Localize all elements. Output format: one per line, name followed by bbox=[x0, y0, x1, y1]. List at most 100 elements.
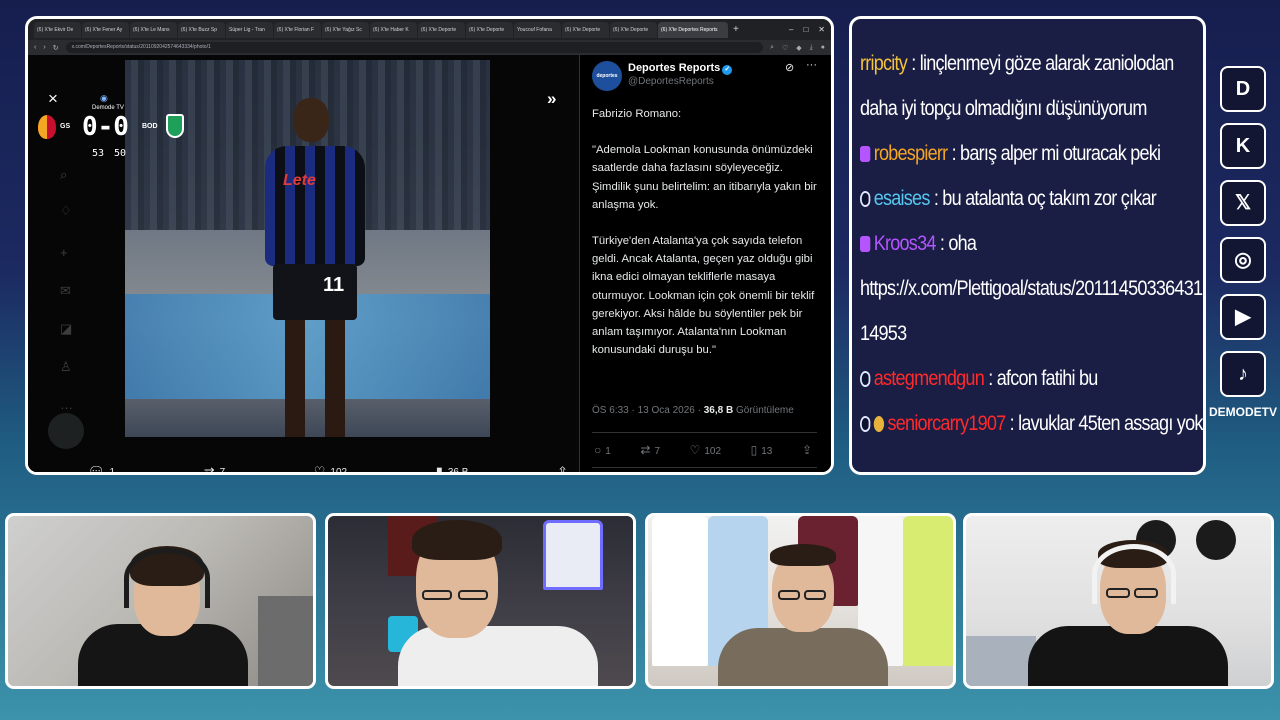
shirt-number: 11 bbox=[323, 274, 345, 296]
reply-button[interactable]: ○ 1 bbox=[594, 443, 611, 457]
framed-jersey bbox=[543, 520, 603, 590]
like-button[interactable]: ♡ 102 bbox=[314, 464, 348, 475]
chat-message: robespierr : barış alper mi oturacak pek… bbox=[860, 131, 1161, 176]
more-icon[interactable]: ··· bbox=[806, 59, 817, 71]
author-name[interactable]: Deportes Reports ✓ bbox=[628, 62, 733, 75]
repost-button[interactable]: ⇄ 7 bbox=[640, 443, 660, 457]
tweet-body: Fabrizio Romano: "Ademola Lookman konusu… bbox=[592, 105, 820, 377]
x-icon[interactable]: 𝕏 bbox=[1220, 180, 1266, 226]
expand-icon[interactable]: » bbox=[547, 89, 556, 109]
maximize-button[interactable]: □ bbox=[803, 25, 808, 34]
player-leg bbox=[325, 320, 345, 437]
browser-tab[interactable]: (6) X'te Fener Ay bbox=[82, 21, 129, 38]
tweet-time[interactable]: ÖS 6:33 · 13 Oca 2026 · bbox=[592, 405, 704, 416]
browser-tab[interactable]: (6) X'te Le Mans bbox=[130, 21, 177, 38]
bookmark-icon: ▯ bbox=[750, 443, 758, 457]
extension-icon[interactable]: ◆ bbox=[796, 44, 801, 52]
follow-icon: + bbox=[60, 245, 68, 260]
tweet-paragraph: "Ademola Lookman konusunda önümüzdeki sa… bbox=[592, 144, 817, 211]
tab-bar: (6) X'te Ekvir De (6) X'te Fener Ay (6) … bbox=[28, 19, 831, 40]
bookmark-button[interactable]: ▯ 13 bbox=[751, 443, 773, 457]
analytics-icon: ▮ bbox=[435, 464, 443, 475]
chat-text: : afcon fatihi bu bbox=[983, 367, 1098, 390]
forward-icon[interactable]: › bbox=[43, 44, 45, 51]
person-body bbox=[718, 628, 888, 686]
search-icon[interactable]: ⌕ bbox=[770, 44, 774, 52]
reply-button[interactable]: 💬︎ 1 bbox=[88, 464, 115, 475]
media-action-bar: 💬︎ 1 ⇄ 7 ♡ 102 ▮ 36 B ⇪ bbox=[88, 461, 568, 475]
chat-message: rripcity : linçlenmeyi göze alarak zanio… bbox=[860, 41, 1203, 131]
url-field[interactable]: x.com/DeportesReports/status/20110920425… bbox=[65, 42, 764, 53]
reply-icon: 💬︎ bbox=[88, 464, 105, 475]
divider bbox=[592, 467, 817, 468]
like-count: 102 bbox=[330, 466, 348, 475]
minimize-button[interactable]: – bbox=[789, 25, 793, 34]
share-button[interactable]: ⇪ bbox=[802, 443, 816, 457]
kick-badge-icon bbox=[860, 146, 871, 162]
youtube-icon[interactable]: ▶ bbox=[1220, 294, 1266, 340]
like-count: 102 bbox=[704, 446, 722, 457]
football-player: Lete 11 bbox=[255, 98, 375, 437]
download-icon[interactable]: ⤓ bbox=[810, 44, 813, 52]
chat-text: https://x.com/Plettigoal/status/20111450… bbox=[860, 277, 1203, 345]
messages-icon: ✉ bbox=[60, 283, 71, 298]
person-hair bbox=[770, 544, 836, 566]
window-controls: – □ ✕ bbox=[789, 25, 831, 34]
browser-tab[interactable]: (6) X'te Yağız Sc bbox=[322, 21, 369, 38]
share-button[interactable]: ⇪ bbox=[557, 464, 568, 475]
bodo-crest-icon bbox=[166, 114, 184, 138]
avatar[interactable]: deportes bbox=[592, 61, 622, 91]
demode-badge-icon bbox=[860, 191, 871, 207]
search-icon: ⌕ bbox=[60, 167, 68, 182]
channel-name: DEMODETV bbox=[1208, 405, 1277, 419]
demode-badge-icon bbox=[860, 416, 871, 432]
browser-tab[interactable]: (6) X'te Deporte bbox=[466, 21, 513, 38]
tweet-meta: ÖS 6:33 · 13 Oca 2026 · 36,8 B Görüntüle… bbox=[592, 405, 794, 416]
kick-icon[interactable]: K bbox=[1220, 123, 1266, 169]
browser-tab[interactable]: (6) X'te Florian F bbox=[274, 21, 321, 38]
back-icon[interactable]: ‹ bbox=[34, 44, 36, 51]
browser-tab[interactable]: (6) X'te Haber K bbox=[370, 21, 417, 38]
instagram-icon[interactable]: ◎ bbox=[1220, 237, 1266, 283]
profile-icon[interactable]: ● bbox=[821, 44, 825, 52]
browser-tab[interactable]: (6) X'te Deporte bbox=[418, 21, 465, 38]
match-minute: 50 bbox=[114, 148, 127, 159]
grok-icon: ◪ bbox=[60, 321, 73, 336]
browser-tab[interactable]: (6) X'te Deporte bbox=[562, 21, 609, 38]
hanging-jersey bbox=[903, 516, 953, 666]
tweet-views-count: 36,8 B bbox=[703, 405, 734, 416]
browser-tab[interactable]: Youcouf Fofana bbox=[514, 21, 561, 38]
views-button[interactable]: ▮ 36 B bbox=[435, 464, 469, 475]
browser-tab[interactable]: Süper Lig - Tran bbox=[226, 21, 273, 38]
new-tab-button[interactable]: + bbox=[733, 24, 739, 35]
webcam-feed bbox=[645, 513, 956, 689]
demode-icon[interactable]: D bbox=[1220, 66, 1266, 112]
media-viewer: ⌕ ♢ + ✉ ◪ ♙ … Lete 11 × » GS ◉ Demode TV… bbox=[28, 55, 579, 472]
active-browser-tab[interactable]: (6) X'te Deportes Reports bbox=[658, 21, 728, 38]
close-window-button[interactable]: ✕ bbox=[818, 25, 825, 34]
glasses-icon bbox=[458, 590, 488, 600]
avatar bbox=[48, 413, 84, 449]
person-body bbox=[398, 626, 598, 686]
browser-tab[interactable]: (6) X'te Ekvir De bbox=[34, 21, 81, 38]
grok-icon[interactable]: ⊘ bbox=[785, 61, 794, 74]
browser-tab[interactable]: (6) X'te Deporte bbox=[610, 21, 657, 38]
share-icon: ⇪ bbox=[557, 464, 568, 475]
heart-icon: ♡ bbox=[689, 443, 701, 457]
repost-count: 7 bbox=[654, 446, 661, 457]
tiktok-icon[interactable]: ♪ bbox=[1220, 351, 1266, 397]
chat-message: astegmendgun : afcon fatihi bu bbox=[860, 356, 1152, 401]
webcam-feed bbox=[5, 513, 316, 689]
tweet-paragraph: Türkiye'den Atalanta'ya çok sayıda telef… bbox=[592, 235, 815, 357]
more-icon: … bbox=[60, 397, 73, 412]
reload-icon[interactable]: ↻ bbox=[53, 44, 59, 52]
galatasaray-crest-icon bbox=[38, 115, 56, 139]
extension-icons: ⌕ ♡ ◆ ⤓ ● bbox=[770, 44, 825, 52]
browser-window: (6) X'te Ekvir De (6) X'te Fener Ay (6) … bbox=[25, 16, 834, 475]
like-button[interactable]: ♡ 102 bbox=[690, 443, 721, 457]
bookmark-icon[interactable]: ♡ bbox=[782, 44, 788, 52]
chat-text: : linçlenmeyi göze alarak zaniolodan dah… bbox=[860, 52, 1174, 120]
browser-tab[interactable]: (6) X'te Buzz Sp bbox=[178, 21, 225, 38]
author-handle[interactable]: @DeportesReports bbox=[628, 76, 714, 87]
repost-button[interactable]: ⇄ 7 bbox=[204, 464, 225, 472]
